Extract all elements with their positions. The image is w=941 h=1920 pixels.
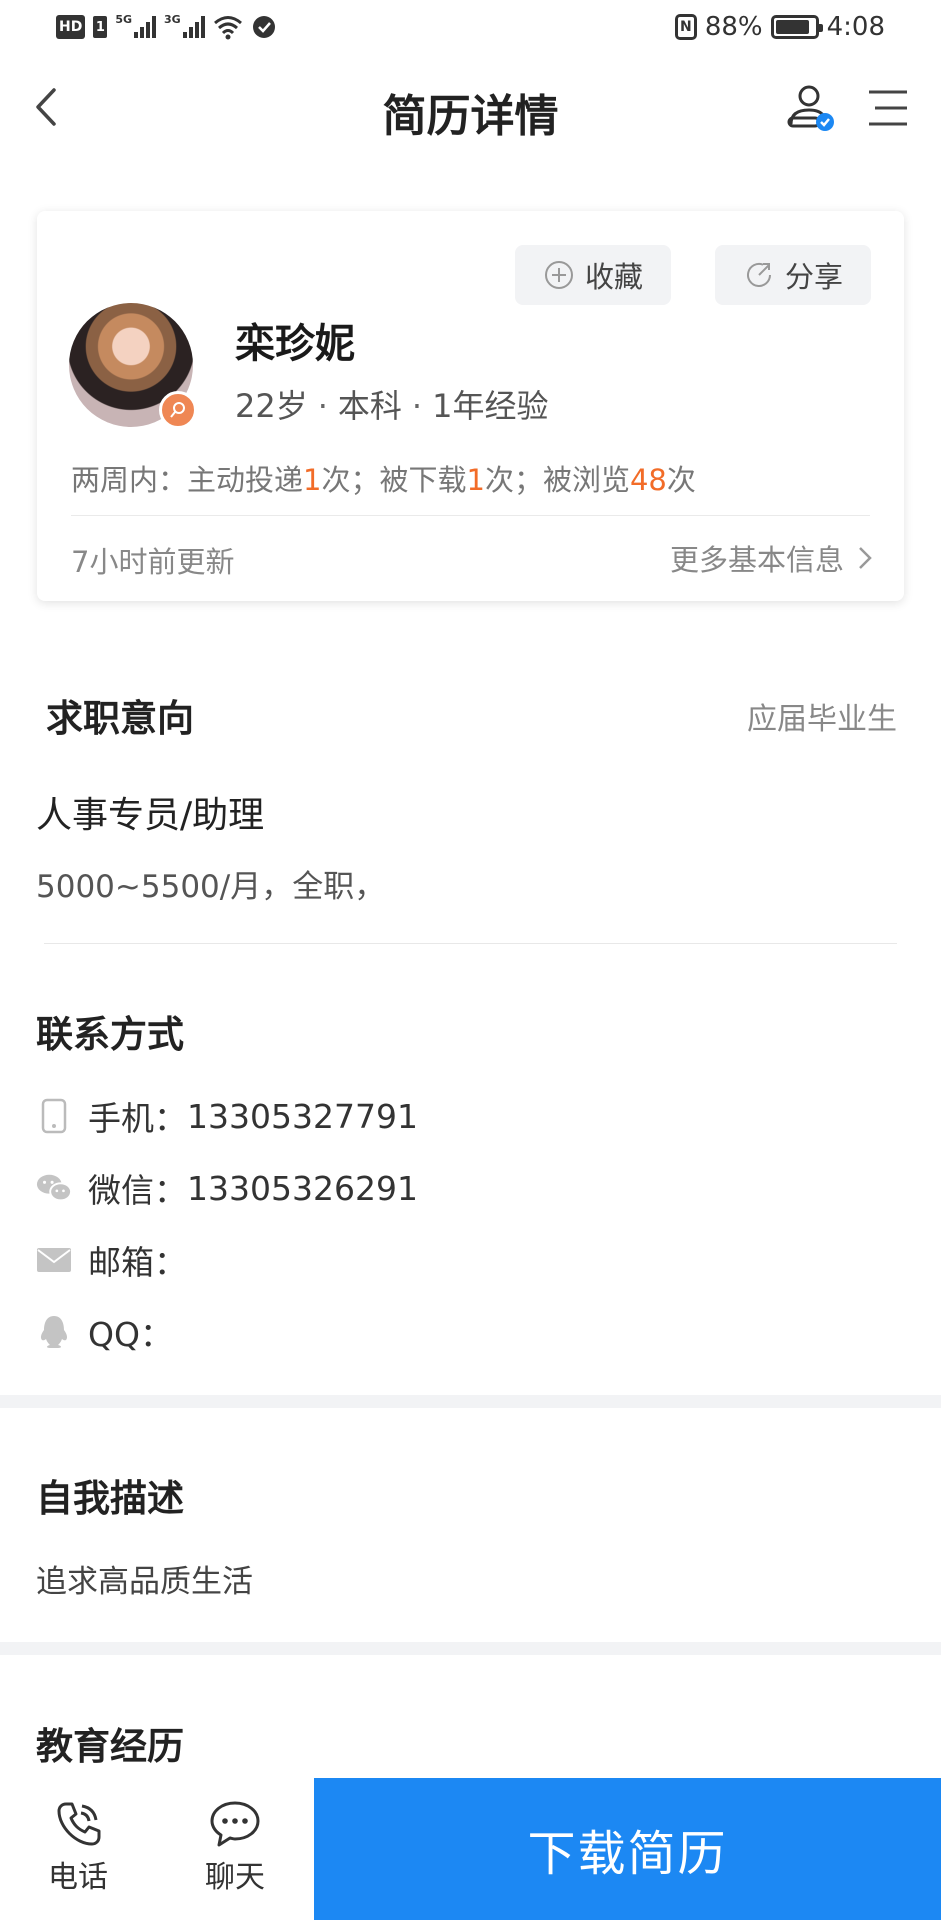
candidate-meta: 22岁 · 本科 · 1年经验 [235, 387, 549, 425]
contact-wechat[interactable]: 微信： 13305326291 [36, 1164, 418, 1212]
user-status-button[interactable] [785, 80, 841, 136]
signal-icon-2 [182, 16, 205, 38]
section-band [0, 1395, 941, 1408]
contact-title: 联系方式 [36, 1013, 184, 1056]
chat-bubble-icon [210, 1801, 260, 1847]
battery-fill [775, 20, 810, 34]
status-bar: HD 1 5G 3G N 88% 4:08 [0, 0, 941, 58]
network-label-2: 3G [164, 12, 181, 26]
card-divider [71, 515, 870, 516]
search-badge-icon [170, 402, 185, 418]
wifi-icon [213, 16, 242, 40]
menu-icon [869, 90, 907, 126]
qq-label: QQ： [88, 1315, 173, 1354]
contact-email[interactable]: 邮箱： [36, 1236, 187, 1284]
education-title: 教育经历 [36, 1725, 184, 1768]
menu-button[interactable] [861, 82, 911, 132]
status-right: N 88% 4:08 [674, 12, 885, 42]
email-label: 邮箱： [88, 1243, 187, 1282]
more-info-label: 更多基本信息 [669, 543, 844, 577]
qq-icon [36, 1314, 72, 1350]
self-description-title: 自我描述 [36, 1477, 184, 1520]
graduate-status: 应届毕业生 [747, 702, 897, 737]
stats-mid-1: 次；被下载 [321, 463, 467, 497]
self-description-text: 追求高品质生活 [36, 1564, 253, 1600]
call-label: 电话 [48, 1860, 108, 1895]
phone-label: 手机： [88, 1099, 187, 1138]
experience: 1年经验 [432, 387, 549, 425]
nav-bar: 简历详情 [0, 58, 941, 158]
battery-percent: 88% [704, 12, 763, 42]
wechat-icon [36, 1170, 72, 1206]
intention-title: 求职意向 [46, 697, 194, 740]
stats-prefix: 两周内：主动投递 [71, 463, 304, 497]
wechat-label: 微信： [88, 1171, 187, 1210]
section-band-2 [0, 1642, 941, 1655]
share-button[interactable]: 分享 [715, 245, 871, 305]
network-label-1: 5G [115, 12, 133, 26]
avatar-badge [159, 391, 197, 429]
bottom-action-bar: 电话 聊天 下载简历 [0, 1778, 941, 1920]
profile-card: 收藏 分享 栾珍妮 22岁 · 本科 · 1年经验 两周内：主动投递1次；被下载1次；被… [37, 211, 904, 601]
age: 22岁 [235, 387, 308, 425]
phone-value: 13305327791 [187, 1096, 418, 1136]
stats-suffix: 次 [666, 463, 696, 497]
download-count: 1 [466, 463, 485, 497]
chevron-right-icon [859, 547, 872, 569]
view-count: 48 [629, 463, 667, 497]
vpn-icon [252, 16, 275, 38]
contact-phone[interactable]: 手机： 13305327791 [36, 1092, 418, 1140]
contact-qq[interactable]: QQ： [36, 1308, 173, 1356]
salary-detail: 5000~5500/月，全职， [36, 869, 386, 905]
phone-call-icon [57, 1802, 101, 1846]
chat-label: 聊天 [205, 1860, 265, 1895]
updated-time: 7小时前更新 [71, 545, 235, 579]
call-button[interactable]: 电话 [23, 1796, 133, 1896]
mail-icon [36, 1242, 72, 1278]
user-verified-icon [787, 85, 834, 131]
sim-badge: 1 [93, 16, 108, 38]
plus-circle-icon [544, 261, 573, 289]
stats-mid-2: 次；被浏览 [484, 463, 630, 497]
apply-count: 1 [303, 463, 322, 497]
download-resume-button[interactable]: 下载简历 [314, 1778, 941, 1920]
signal-icon [134, 16, 157, 38]
collect-label: 收藏 [584, 260, 643, 294]
education-level: 本科 [337, 387, 402, 425]
collect-button[interactable]: 收藏 [515, 245, 671, 305]
hd-badge: HD [56, 15, 86, 39]
clock: 4:08 [826, 12, 885, 42]
wechat-value: 13305326291 [187, 1168, 418, 1208]
battery-icon [770, 15, 823, 39]
candidate-name: 栾珍妮 [235, 321, 355, 367]
chat-button[interactable]: 聊天 [180, 1796, 290, 1896]
phone-icon [36, 1098, 72, 1134]
share-label: 分享 [784, 260, 843, 294]
activity-stats: 两周内：主动投递1次；被下载1次；被浏览48次 [71, 457, 696, 499]
target-position: 人事专员/助理 [36, 795, 265, 836]
status-left: HD 1 5G 3G [56, 12, 277, 40]
share-icon [746, 263, 771, 287]
nfc-icon: N [674, 14, 697, 40]
more-info-link[interactable]: 更多基本信息 [670, 537, 874, 579]
section-divider [44, 943, 897, 944]
